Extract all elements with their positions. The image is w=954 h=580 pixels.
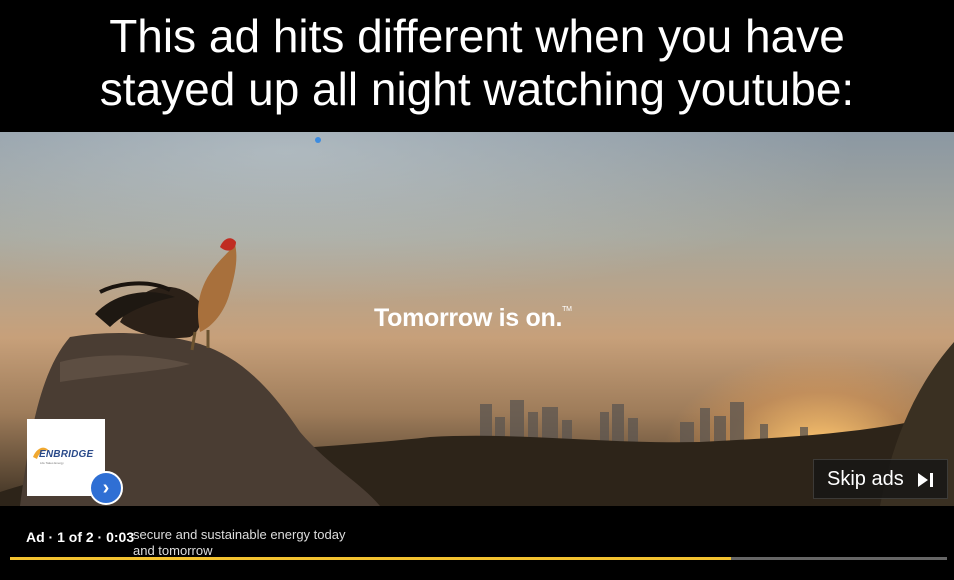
- trademark-mark: TM: [562, 306, 572, 313]
- ad-info-bar: secure and sustainable energy today and …: [0, 506, 954, 580]
- ad-counter: Ad · 1 of 2 · 0:03: [26, 529, 135, 545]
- caption-line-2: stayed up all night watching youtube:: [99, 63, 855, 115]
- advertiser-tagline: Life Takes Energy: [40, 461, 64, 465]
- video-frame[interactable]: Tomorrow is on.TM ENBRIDGE Life Takes En…: [0, 132, 954, 506]
- ad-progress-fill: [10, 557, 732, 560]
- ad-description-line-1: secure and sustainable energy today: [133, 527, 346, 542]
- chevron-right-icon: ›: [102, 477, 110, 499]
- skip-ads-button[interactable]: Skip ads: [813, 459, 948, 499]
- ad-tagline: Tomorrow is on.TM: [374, 304, 572, 333]
- advertiser-link-button[interactable]: ›: [89, 471, 123, 505]
- meme-caption: This ad hits different when you have sta…: [0, 0, 954, 132]
- ad-description: secure and sustainable energy today and …: [133, 527, 345, 559]
- skip-next-icon: [918, 473, 933, 487]
- advertiser-name: ENBRIDGE: [39, 449, 94, 460]
- ad-tagline-text: Tomorrow is on.: [374, 304, 563, 332]
- ad-progress-bar[interactable]: [10, 557, 947, 560]
- skip-ads-label: Skip ads: [827, 468, 904, 490]
- loading-dot: [315, 137, 321, 143]
- caption-line-1: This ad hits different when you have: [109, 10, 845, 62]
